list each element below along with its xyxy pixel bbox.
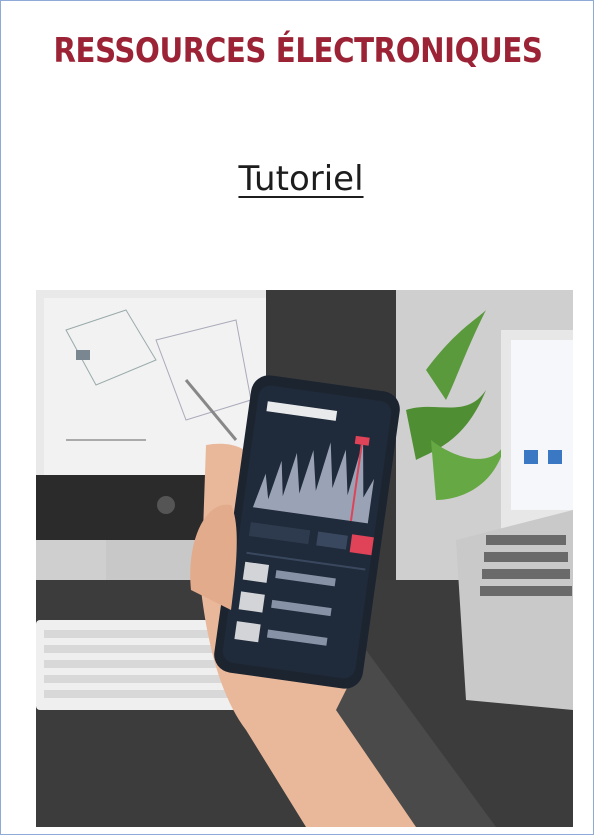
page-title: RESSOURCES ÉLECTRONIQUES — [53, 31, 543, 71]
illustration-photo — [36, 290, 573, 827]
tutorial-link[interactable]: Tutoriel — [1, 159, 593, 199]
content-panel: RESSOURCES ÉLECTRONIQUES Tutoriel — [0, 0, 594, 835]
